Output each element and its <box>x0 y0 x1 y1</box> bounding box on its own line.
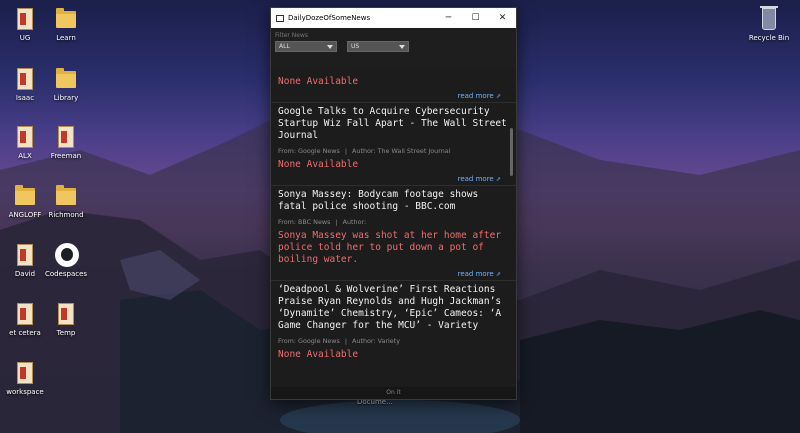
desktop-icon-label: Codespaces <box>44 270 88 278</box>
desktop-icon-freeman[interactable]: Freeman <box>41 124 91 160</box>
read-more-label: read more <box>457 175 494 183</box>
article-source: From: Google News <box>278 337 340 345</box>
desktop-icon-label: et cetera <box>9 329 41 337</box>
article-author: Author: Variety <box>352 337 401 345</box>
category-select-value: ALL <box>279 43 290 50</box>
github-icon <box>55 242 79 268</box>
article-description: Sonya Massey was shot at her home after … <box>278 230 502 265</box>
category-select[interactable]: ALL <box>275 41 337 52</box>
desktop-icon-label: David <box>14 270 36 278</box>
chevron-down-icon <box>327 44 333 49</box>
close-button[interactable]: ✕ <box>489 8 516 28</box>
document-icon <box>55 124 77 150</box>
external-link-icon: ⇗ <box>495 176 501 183</box>
desktop-icon-label: Library <box>53 94 79 102</box>
news-list[interactable]: None Available read more ⇗ Google Talks … <box>271 68 516 390</box>
document-icon <box>14 66 36 92</box>
desktop-icon-label: Freeman <box>50 152 82 160</box>
scrollbar-thumb[interactable] <box>510 128 513 176</box>
folder-icon <box>55 183 77 209</box>
desktop-icon-label: ALX <box>18 152 32 160</box>
desktop-icon-label: Richmond <box>48 211 84 219</box>
document-icon <box>14 124 36 150</box>
desktop-icon-richmond[interactable]: Richmond <box>41 183 91 219</box>
article-source: From: Google News <box>278 147 340 155</box>
article-title: Google Talks to Acquire Cybersecurity St… <box>278 106 507 141</box>
folder-icon <box>14 183 36 209</box>
article-title: ‘Deadpool & Wolverine’ First Reactions P… <box>278 284 502 331</box>
read-more-label: read more <box>457 92 494 100</box>
folder-icon <box>55 6 77 32</box>
country-select-value: US <box>351 43 360 50</box>
app-window: DailyDozeOfSomeNews ─ ☐ ✕ Filter News AL… <box>270 7 517 400</box>
article-meta: From: Google News | Author: The Wall Stree… <box>278 147 451 155</box>
desktop-icon-workspace[interactable]: workspace <box>0 360 50 396</box>
desktop-icon-recycle-bin[interactable]: Recycle Bin <box>744 6 794 42</box>
article-description: None Available <box>278 159 359 170</box>
read-more-label: read more <box>457 270 494 278</box>
document-icon <box>14 301 36 327</box>
filter-label: Filter News <box>275 32 308 39</box>
news-item: Sonya Massey: Bodycam footage shows fata… <box>271 186 516 281</box>
folder-icon <box>55 66 77 92</box>
minimize-button[interactable]: ─ <box>435 8 462 28</box>
desktop-icon-label: Temp <box>56 329 76 337</box>
desktop-icon-codespaces[interactable]: Codespaces <box>41 242 91 278</box>
news-item: Google Talks to Acquire Cybersecurity St… <box>271 103 516 186</box>
desktop-icon-label: ANGLOFF <box>8 211 42 219</box>
article-source: From: BBC News <box>278 218 331 226</box>
scrollbar[interactable] <box>510 80 513 380</box>
read-more-link[interactable]: read more ⇗ <box>278 175 511 183</box>
desktop-icon-label: Isaac <box>15 94 35 102</box>
external-link-icon: ⇗ <box>495 93 501 100</box>
article-meta: From: BBC News | Author: <box>278 218 367 226</box>
news-item: ‘Deadpool & Wolverine’ First Reactions P… <box>271 281 516 363</box>
filter-panel: Filter News ALL US <box>271 28 516 68</box>
desktop-icon-label: workspace <box>6 388 44 396</box>
desktop-icon-library[interactable]: Library <box>41 66 91 102</box>
document-icon <box>14 242 36 268</box>
document-icon <box>55 301 77 327</box>
desktop-icon-label: UG <box>19 34 31 42</box>
news-item: None Available read more ⇗ <box>271 68 516 103</box>
chevron-down-icon <box>399 44 405 49</box>
article-author: Author: <box>342 218 367 226</box>
external-link-icon: ⇗ <box>495 271 501 278</box>
read-more-link[interactable]: read more ⇗ <box>278 270 511 278</box>
document-icon <box>14 6 36 32</box>
status-bar: On it <box>271 387 516 399</box>
desktop-icon-learn[interactable]: Learn <box>41 6 91 42</box>
country-select[interactable]: US <box>347 41 409 52</box>
window-title: DailyDozeOfSomeNews <box>288 14 371 22</box>
article-title: Sonya Massey: Bodycam footage shows fata… <box>278 189 479 212</box>
document-icon <box>14 360 36 386</box>
recycle-bin-icon <box>758 6 780 32</box>
article-description: None Available <box>278 76 359 87</box>
desktop-icon-label: Recycle Bin <box>748 34 790 42</box>
article-meta: From: Google News | Author: Variety <box>278 337 401 345</box>
desktop-icon-temp[interactable]: Temp <box>41 301 91 337</box>
app-icon <box>276 14 284 22</box>
desktop-icon-label: Learn <box>56 34 76 42</box>
maximize-button[interactable]: ☐ <box>462 8 489 28</box>
article-description: None Available <box>278 349 359 360</box>
article-author: Author: The Wall Street Journal <box>352 147 451 155</box>
read-more-link[interactable]: read more ⇗ <box>278 92 511 100</box>
title-bar[interactable]: DailyDozeOfSomeNews ─ ☐ ✕ <box>271 8 516 28</box>
